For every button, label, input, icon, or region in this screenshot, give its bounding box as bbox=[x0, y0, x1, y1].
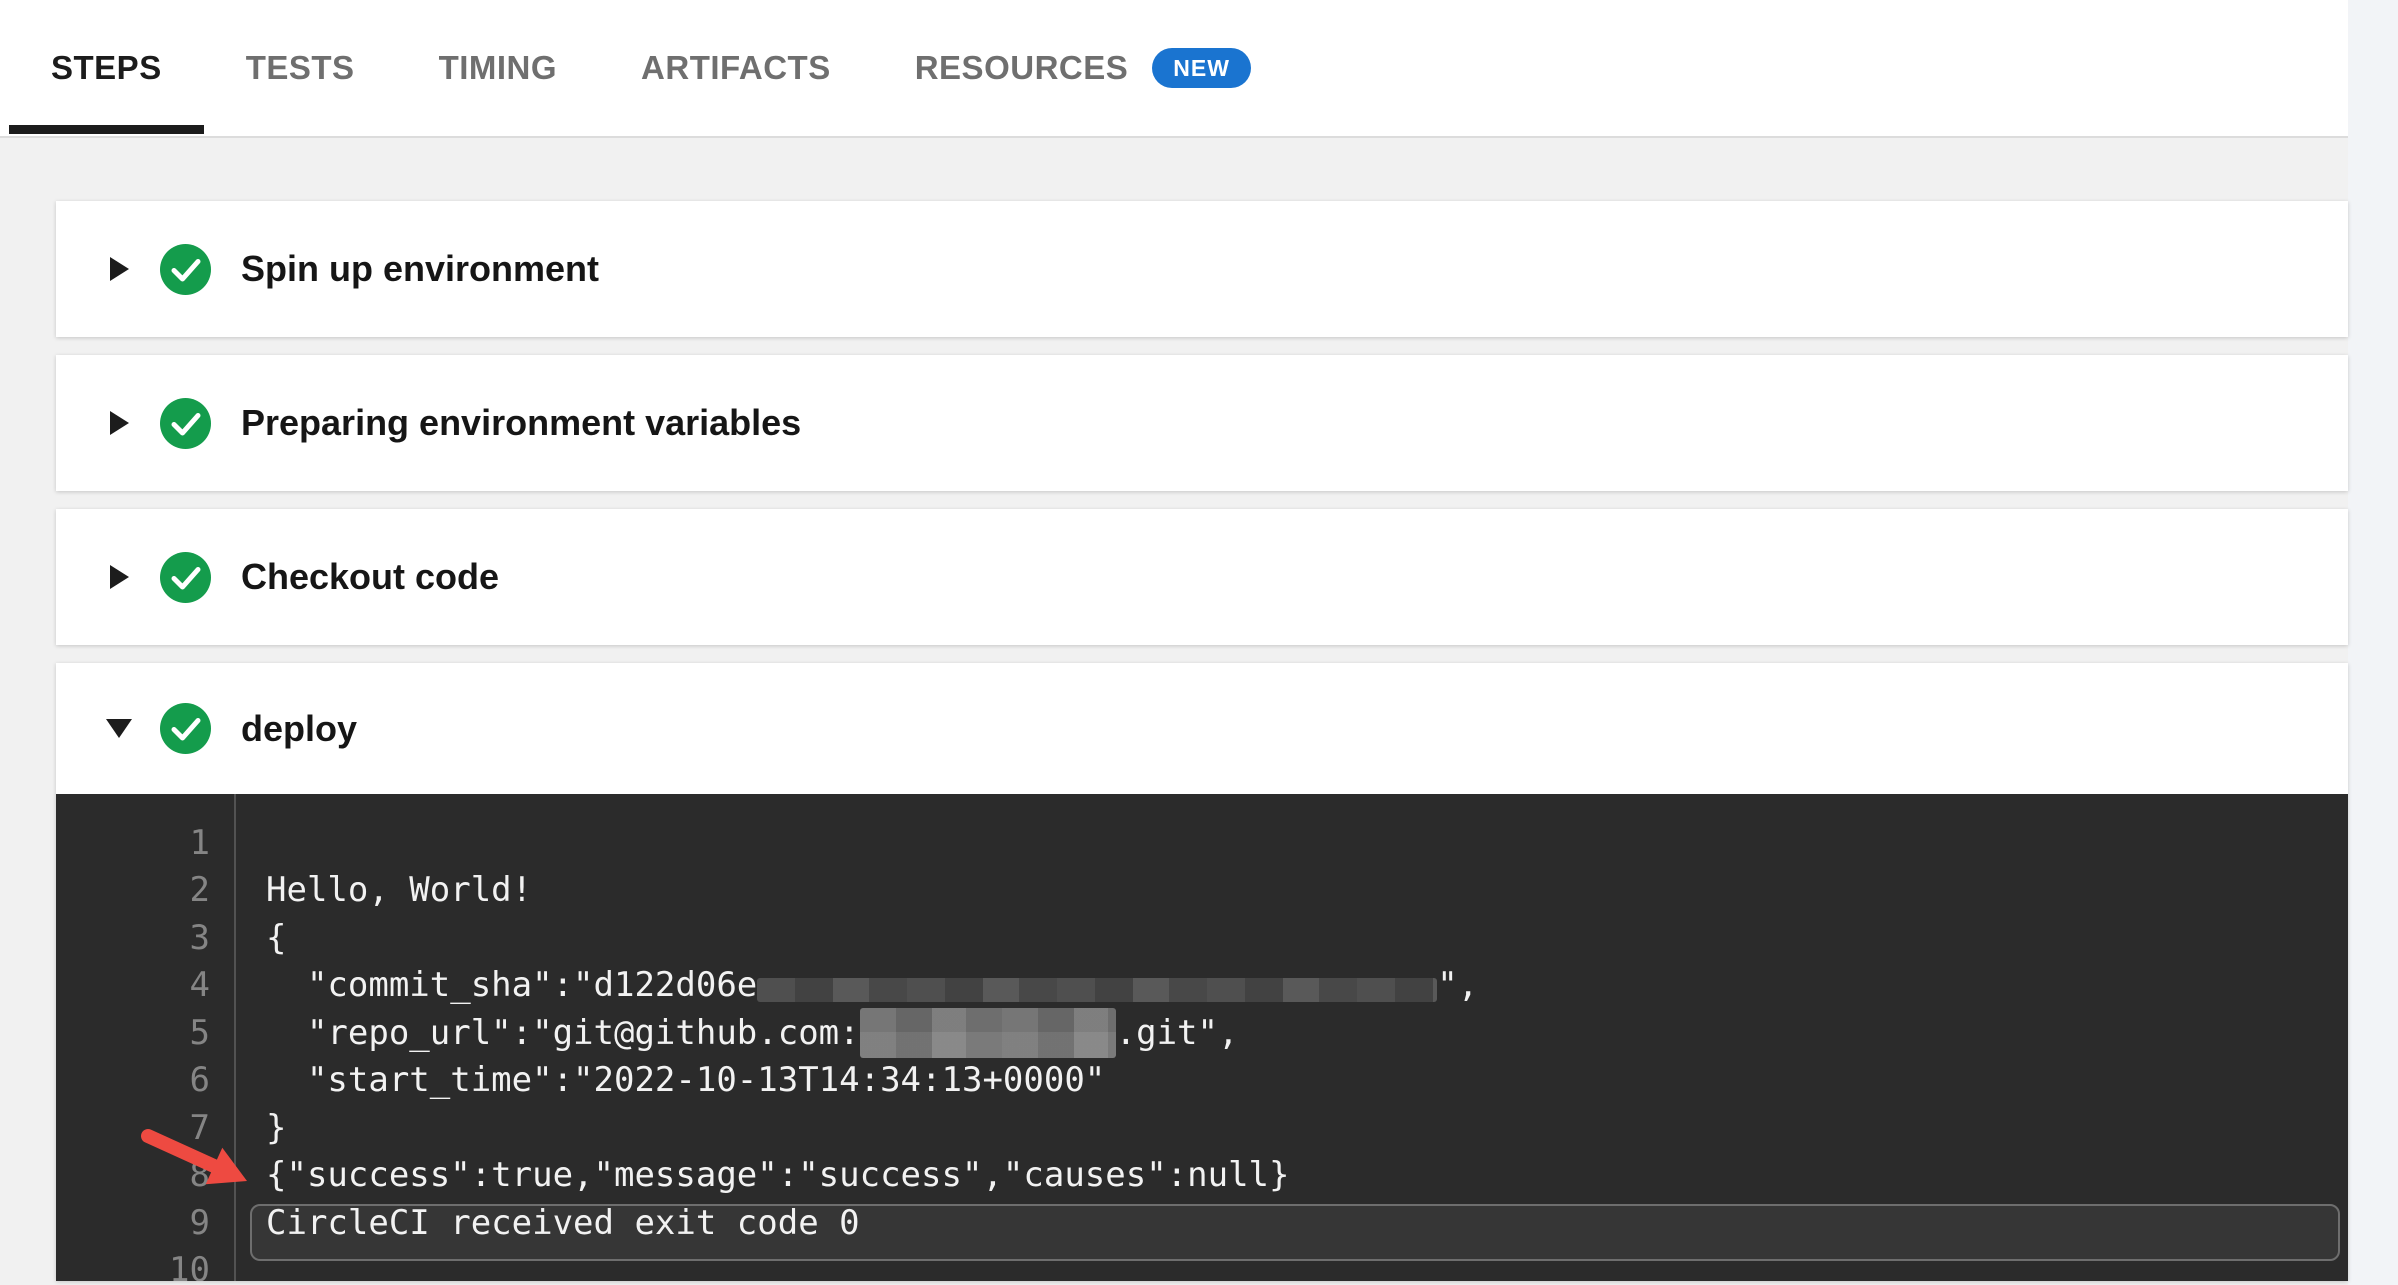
step-label: deploy bbox=[241, 708, 357, 750]
step-card-checkout-code: Checkout code bbox=[56, 509, 2348, 645]
console-line: 9CircleCI received exit code 0 bbox=[56, 1199, 2348, 1247]
expand-chevron-right-icon[interactable] bbox=[104, 411, 134, 435]
line-text: {"success":true,"message":"success","cau… bbox=[234, 1155, 1290, 1195]
redacted-blur-block bbox=[757, 978, 1437, 1002]
success-check-icon bbox=[160, 552, 211, 603]
success-check-icon bbox=[160, 244, 211, 295]
step-header-spin-up-environment[interactable]: Spin up environment bbox=[56, 201, 2348, 337]
step-label: Spin up environment bbox=[241, 248, 599, 290]
line-number: 4 bbox=[56, 965, 234, 1005]
tab-resources-label: RESOURCES bbox=[915, 49, 1129, 87]
step-label: Checkout code bbox=[241, 556, 499, 598]
tab-resources[interactable]: RESOURCES NEW bbox=[873, 0, 1293, 136]
step-card-spin-up-environment: Spin up environment bbox=[56, 201, 2348, 337]
step-header-checkout-code[interactable]: Checkout code bbox=[56, 509, 2348, 645]
console-line: 6 "start_time":"2022-10-13T14:34:13+0000… bbox=[56, 1057, 2348, 1105]
step-header-preparing-environment-variables[interactable]: Preparing environment variables bbox=[56, 355, 2348, 491]
line-number: 10 bbox=[56, 1250, 234, 1281]
console-line: 10 bbox=[56, 1247, 2348, 1282]
redacted-blur-block bbox=[860, 1008, 1116, 1058]
new-badge: NEW bbox=[1152, 48, 1251, 88]
console-line: 4 "commit_sha":"d122d06e", bbox=[56, 962, 2348, 1010]
line-number: 9 bbox=[56, 1203, 234, 1243]
console-line: 2Hello, World! bbox=[56, 867, 2348, 915]
line-number: 5 bbox=[56, 1013, 234, 1053]
step-header-deploy[interactable]: deploy bbox=[56, 663, 2348, 794]
line-text: "commit_sha":"d122d06e", bbox=[234, 965, 1478, 1005]
tab-tests[interactable]: TESTS bbox=[204, 0, 397, 136]
tab-bar: STEPS TESTS TIMING ARTIFACTS RESOURCES N… bbox=[0, 0, 2348, 138]
line-text: "repo_url":"git@github.com:.git", bbox=[234, 1008, 1238, 1058]
console-output: 12Hello, World!3{4 "commit_sha":"d122d06… bbox=[56, 794, 2348, 1281]
step-card-deploy: deploy 12Hello, World!3{4 "commit_sha":"… bbox=[56, 663, 2348, 1281]
line-number: 2 bbox=[56, 870, 234, 910]
tab-tests-label: TESTS bbox=[246, 49, 355, 87]
expand-chevron-right-icon[interactable] bbox=[104, 257, 134, 281]
tab-timing-label: TIMING bbox=[439, 49, 557, 87]
tab-artifacts[interactable]: ARTIFACTS bbox=[599, 0, 873, 136]
tab-artifacts-label: ARTIFACTS bbox=[641, 49, 831, 87]
collapse-chevron-down-icon[interactable] bbox=[104, 719, 134, 738]
console-line: 8{"success":true,"message":"success","ca… bbox=[56, 1152, 2348, 1200]
tab-timing[interactable]: TIMING bbox=[397, 0, 599, 136]
line-number: 6 bbox=[56, 1060, 234, 1100]
line-number: 1 bbox=[56, 823, 234, 863]
tab-steps-label: STEPS bbox=[51, 49, 162, 87]
step-card-preparing-environment-variables: Preparing environment variables bbox=[56, 355, 2348, 491]
annotation-arrow-icon bbox=[126, 1119, 266, 1199]
line-text: "start_time":"2022-10-13T14:34:13+0000" bbox=[234, 1060, 1105, 1100]
step-label: Preparing environment variables bbox=[241, 402, 801, 444]
console-line: 3{ bbox=[56, 914, 2348, 962]
success-check-icon bbox=[160, 703, 211, 754]
success-check-icon bbox=[160, 398, 211, 449]
line-text: Hello, World! bbox=[234, 870, 532, 910]
line-text: CircleCI received exit code 0 bbox=[234, 1203, 860, 1243]
line-number: 3 bbox=[56, 918, 234, 958]
steps-list: Spin up environment Preparing environmen… bbox=[0, 138, 2348, 1281]
line-text: { bbox=[234, 918, 286, 958]
tab-steps[interactable]: STEPS bbox=[9, 0, 204, 136]
console-lines: 12Hello, World!3{4 "commit_sha":"d122d06… bbox=[56, 794, 2348, 1281]
console-line: 1 bbox=[56, 819, 2348, 867]
expand-chevron-right-icon[interactable] bbox=[104, 565, 134, 589]
console-line: 5 "repo_url":"git@github.com:.git", bbox=[56, 1009, 2348, 1057]
console-line: 7} bbox=[56, 1104, 2348, 1152]
job-detail-panel: STEPS TESTS TIMING ARTIFACTS RESOURCES N… bbox=[0, 0, 2348, 1285]
